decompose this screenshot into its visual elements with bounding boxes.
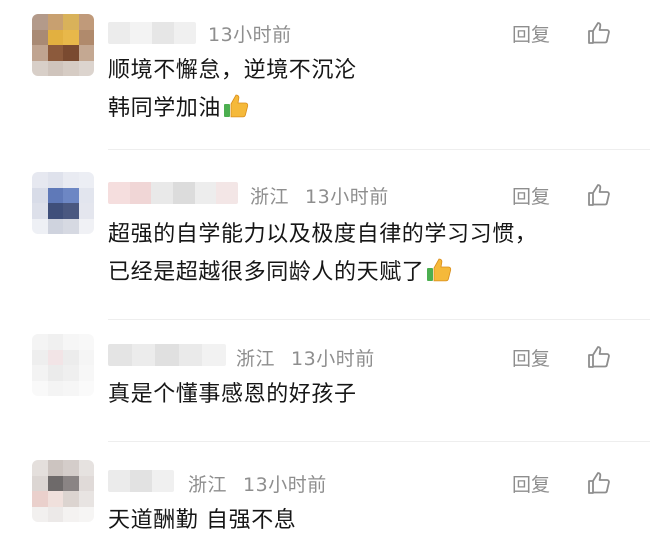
comment-item: 浙江 13小时前 回复 真是个懂事感恩的好孩子	[0, 320, 650, 442]
comment-text: 真是个懂事感恩的好孩子	[108, 376, 357, 414]
thumbs-up-outline-icon[interactable]	[586, 182, 612, 208]
thumbs-up-outline-icon[interactable]	[586, 470, 612, 496]
comment-line: 韩同学加油	[108, 96, 222, 121]
comment-line: 已经是超越很多同龄人的天赋了	[108, 260, 425, 285]
comment-time: 13小时前	[208, 24, 292, 46]
reply-button[interactable]: 回复	[512, 182, 550, 209]
username-blurred[interactable]	[108, 182, 238, 204]
comment-item: 13小时前 回复 顺境不懈怠，逆境不沉沦 韩同学加油	[0, 0, 650, 150]
avatar[interactable]	[32, 172, 94, 234]
comment-location: 浙江	[250, 186, 290, 208]
comment-text: 顺境不懈怠，逆境不沉沦 韩同学加油	[108, 52, 357, 128]
comment-text: 超强的自学能力以及极度自律的学习习惯， 已经是超越很多同龄人的天赋了	[108, 216, 537, 292]
comment-time: 13小时前	[305, 186, 389, 208]
comment-item: 浙江 13小时前 回复 天道酬勤 自强不息	[0, 442, 650, 551]
comment-time: 13小时前	[291, 348, 375, 370]
comment-line: 天道酬勤 自强不息	[108, 508, 297, 533]
comment-line-with-emoji: 韩同学加油	[108, 90, 357, 128]
comment-location: 浙江	[188, 474, 228, 496]
comment-line: 顺境不懈怠，逆境不沉沦	[108, 58, 357, 83]
comment-line: 真是个懂事感恩的好孩子	[108, 382, 357, 407]
reply-button[interactable]: 回复	[512, 470, 550, 497]
comment-location: 浙江	[236, 348, 276, 370]
comment-meta: 浙江 13小时前	[188, 470, 327, 497]
comment-line-with-emoji: 已经是超越很多同龄人的天赋了	[108, 254, 537, 292]
username-blurred[interactable]	[108, 22, 196, 44]
comment-meta: 浙江 13小时前	[250, 182, 389, 209]
comment-text: 天道酬勤 自强不息	[108, 502, 296, 540]
thumbs-up-outline-icon[interactable]	[586, 344, 612, 370]
comment-item: 浙江 13小时前 回复 超强的自学能力以及极度自律的学习习惯， 已经是超越很多同龄…	[0, 150, 650, 320]
thumbs-up-emoji-icon	[427, 258, 452, 282]
username-blurred[interactable]	[108, 470, 174, 492]
comment-time: 13小时前	[243, 474, 327, 496]
avatar[interactable]	[32, 334, 94, 396]
avatar[interactable]	[32, 14, 94, 76]
comment-meta: 13小时前	[208, 20, 292, 47]
reply-button[interactable]: 回复	[512, 344, 550, 371]
comment-line: 超强的自学能力以及极度自律的学习习惯，	[108, 222, 538, 247]
avatar[interactable]	[32, 460, 94, 522]
comment-meta: 浙江 13小时前	[236, 344, 375, 371]
thumbs-up-emoji-icon	[224, 94, 249, 118]
reply-button[interactable]: 回复	[512, 20, 550, 47]
username-blurred[interactable]	[108, 344, 226, 366]
thumbs-up-outline-icon[interactable]	[586, 20, 612, 46]
